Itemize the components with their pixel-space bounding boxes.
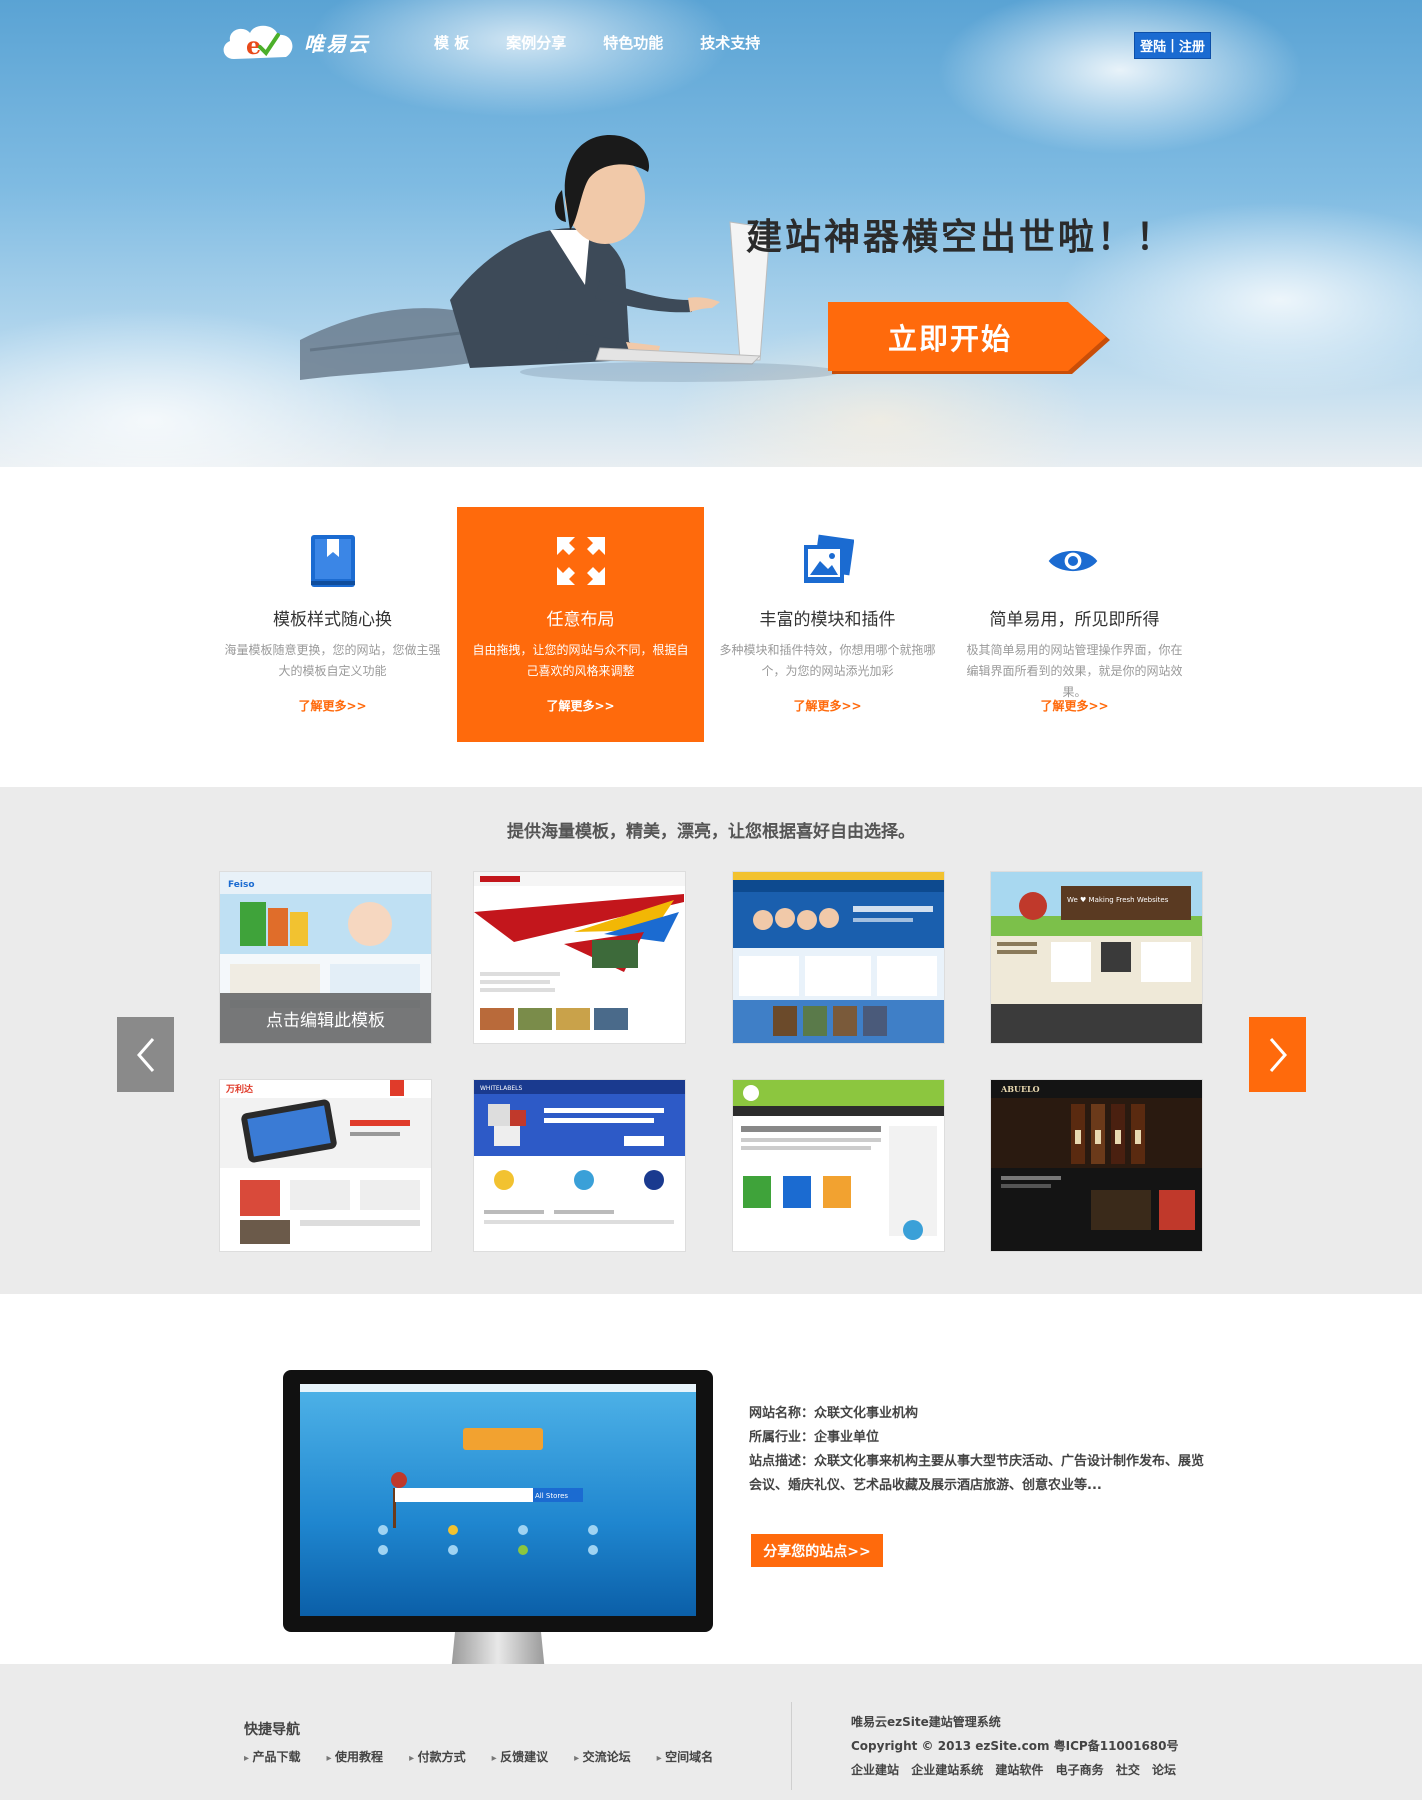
template-thumb-education[interactable]	[733, 872, 944, 1043]
feature-desc: 极其简单易用的网站管理操作界面，你在编辑界面所看到的效果，就是你的网站效果。	[966, 643, 1183, 699]
feature-desc: 自由拖拽，让您的网站与众不同，根据自己喜欢的风格来调整	[472, 643, 689, 678]
templates-section: 提供海量模板，精美，漂亮，让您根据喜好自由选择。 Feiso 点击编辑此模板 W…	[0, 787, 1422, 1294]
site-industry-value: 企事业单位	[814, 1430, 880, 1445]
auth-box: 登陆 | 注册	[1134, 32, 1211, 59]
logo-cloud-icon: e	[220, 21, 298, 63]
footer-right: 唯易云ezSite建站管理系统 Copyright © 2013 ezSite.…	[851, 1710, 1184, 1782]
site-name-row: 网站名称：众联文化事业机构	[749, 1402, 1209, 1426]
template-thumb-abuelo-wine[interactable]: ABUELO	[991, 1080, 1202, 1251]
feiso-logo-text: Feiso	[228, 880, 255, 890]
site-industry-row: 所属行业：企事业单位	[749, 1426, 1209, 1450]
nav-support[interactable]: 技术支持	[700, 32, 760, 53]
abuelo-logo-text: ABUELO	[1000, 1084, 1040, 1094]
feature-desc: 海量模板随意更换，您的网站，您做主强大的模板自定义功能	[224, 643, 441, 678]
site-desc-value: 众联文化事来机构主要从事大型节庆活动、广告设计制作发布、展览会议、婚庆礼仪、艺术…	[749, 1454, 1205, 1493]
footer-copyright: Copyright © 2013 ezSite.com 粤ICP备1100168…	[851, 1739, 1179, 1753]
eye-icon	[1048, 533, 1101, 589]
chevron-right-icon	[1269, 1037, 1287, 1072]
feature-title: 任意布局	[546, 610, 615, 630]
feature-card-easy: 简单易用，所见即所得 极其简单易用的网站管理操作界面，你在编辑界面所看到的效果，…	[951, 507, 1198, 742]
footer-link-download[interactable]: 产品下载	[244, 1748, 301, 1765]
footer-tags: 企业建站 企业建站系统 建站软件 电子商务 社交 论坛	[851, 1758, 1184, 1782]
footer-divider	[791, 1702, 792, 1790]
footer-tag[interactable]: 社交	[1116, 1763, 1140, 1777]
main-nav: 模 板 案例分享 特色功能 技术支持	[434, 32, 797, 53]
footer-tag[interactable]: 企业建站系统	[911, 1763, 983, 1777]
carousel-next-button[interactable]	[1249, 1017, 1306, 1092]
feature-title: 简单易用，所见即所得	[989, 610, 1160, 630]
quick-nav-title: 快捷导航	[244, 1722, 300, 1738]
feature-title: 丰富的模块和插件	[759, 610, 896, 630]
carousel-prev-button[interactable]	[117, 1017, 174, 1092]
footer-tag[interactable]: 论坛	[1152, 1763, 1176, 1777]
features-section: 模板样式随心换 海量模板随意更换，您的网站，您做主强大的模板自定义功能 了解更多…	[0, 467, 1422, 787]
image-gallery-icon	[802, 533, 855, 589]
site-desc-row: 站点描述：众联文化事来机构主要从事大型节庆活动、广告设计制作发布、展览会议、婚庆…	[749, 1450, 1209, 1498]
feature-card-templates: 模板样式随心换 海量模板随意更换，您的网站，您做主强大的模板自定义功能 了解更多…	[209, 507, 456, 742]
footer-link-feedback[interactable]: 反馈建议	[492, 1748, 548, 1765]
quick-nav-links: 产品下载 使用教程 付款方式 反馈建议 交流论坛 空间域名	[244, 1748, 739, 1765]
template-thumb-feiso[interactable]: Feiso 点击编辑此模板	[220, 872, 431, 1043]
auth-separator: |	[1170, 38, 1175, 53]
footer-tag[interactable]: 电子商务	[1056, 1763, 1104, 1777]
template-thumb-making-websites[interactable]: We ♥ Making Fresh Websites	[991, 872, 1202, 1043]
template-thumb-whitelabels[interactable]: WHITELABELS	[474, 1080, 685, 1251]
register-link[interactable]: 注册	[1179, 36, 1205, 55]
footer-tag[interactable]: 企业建站	[851, 1763, 899, 1777]
feature-more-link[interactable]: 了解更多>>	[704, 697, 951, 714]
nav-cases[interactable]: 案例分享	[506, 32, 566, 53]
template-thumb-green-software[interactable]	[733, 1080, 944, 1251]
footer-brand: 唯易云ezSite建站管理系统	[851, 1715, 1001, 1729]
monitor-preview: All Stores	[283, 1370, 713, 1690]
feature-title: 模板样式随心换	[273, 610, 392, 630]
footer-link-forum[interactable]: 交流论坛	[574, 1748, 631, 1765]
making-websites-text: We ♥ Making Fresh Websites	[1067, 896, 1169, 904]
whitelabels-logo-text: WHITELABELS	[480, 1085, 523, 1092]
feature-more-link[interactable]: 了解更多>>	[951, 697, 1198, 714]
site-name-label: 网站名称：	[749, 1406, 815, 1421]
template-thumb-phone-store[interactable]: 万利达	[220, 1080, 431, 1251]
feature-more-link[interactable]: 了解更多>>	[209, 697, 456, 714]
feature-card-layout: 任意布局 自由拖拽，让您的网站与众不同，根据自己喜欢的风格来调整 了解更多>>	[457, 507, 704, 742]
footer-link-payment[interactable]: 付款方式	[409, 1748, 466, 1765]
share-site-button[interactable]: 分享您的站点>>	[751, 1534, 883, 1567]
hero-woman-laptop-illustration	[300, 110, 860, 430]
edit-template-overlay[interactable]: 点击编辑此模板	[220, 993, 431, 1043]
expand-arrows-icon	[555, 533, 607, 589]
showcase-section: All Stores 网站名称：众联文化事业机构 所属行业：企事业单位 站点描述…	[0, 1294, 1422, 1678]
footer-link-hosting[interactable]: 空间域名	[657, 1748, 713, 1765]
site-info: 网站名称：众联文化事业机构 所属行业：企事业单位 站点描述：众联文化事来机构主要…	[749, 1402, 1209, 1498]
feature-card-modules: 丰富的模块和插件 多种模块和插件特效，你想用哪个就拖哪个，为您的网站添光加彩 了…	[704, 507, 951, 742]
site-name-value: 众联文化事业机构	[814, 1406, 919, 1421]
nav-templates[interactable]: 模 板	[434, 32, 469, 53]
feature-desc: 多种模块和插件特效，你想用哪个就拖哪个，为您的网站添光加彩	[719, 643, 936, 678]
feature-more-link[interactable]: 了解更多>>	[457, 697, 704, 714]
footer-tag[interactable]: 建站软件	[995, 1763, 1043, 1777]
site-industry-label: 所属行业：	[749, 1430, 815, 1445]
hero-headline: 建站神器横空出世啦！！	[746, 217, 1176, 258]
hero-banner: e 唯易云 模 板 案例分享 特色功能 技术支持 登陆 | 注册 建站神器横空出…	[0, 0, 1422, 467]
screen-search-button-text: All Stores	[535, 1492, 568, 1500]
footer: 快捷导航 产品下载 使用教程 付款方式 反馈建议 交流论坛 空间域名 唯易云ez…	[0, 1664, 1422, 1800]
logo-text: 唯易云	[304, 31, 370, 56]
start-now-label: 立即开始	[887, 322, 1012, 356]
footer-link-tutorial[interactable]: 使用教程	[327, 1748, 383, 1765]
login-link[interactable]: 登陆	[1140, 36, 1166, 55]
templates-heading: 提供海量模板，精美，漂亮，让您根据喜好自由选择。	[507, 822, 915, 842]
wanlida-logo-text: 万利达	[225, 1083, 253, 1095]
start-now-button[interactable]: 立即开始	[828, 302, 1110, 374]
template-thumb-red-arrows[interactable]	[474, 872, 685, 1043]
logo[interactable]: e 唯易云	[220, 20, 370, 64]
book-icon	[307, 533, 359, 589]
chevron-left-icon	[136, 1037, 154, 1072]
nav-features[interactable]: 特色功能	[603, 32, 663, 53]
site-desc-label: 站点描述：	[749, 1454, 815, 1469]
